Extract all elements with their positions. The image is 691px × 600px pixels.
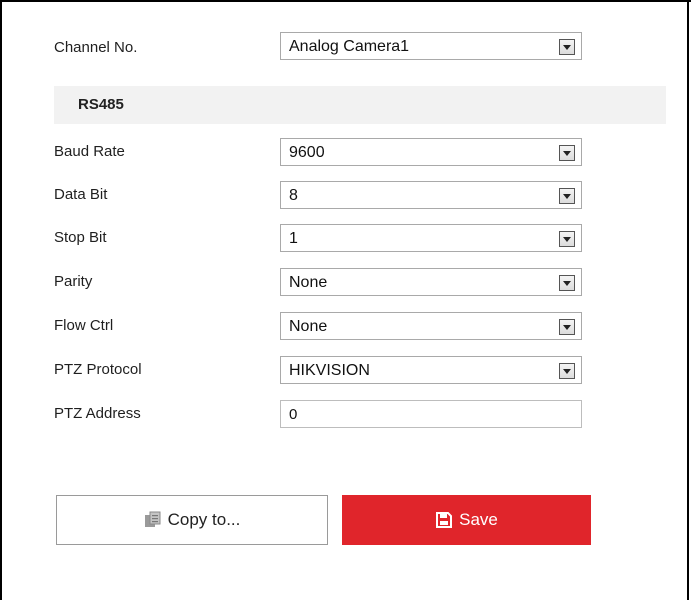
channel-value: Analog Camera1 — [289, 38, 410, 55]
stop-bit-select[interactable]: 1 — [280, 224, 582, 252]
data-bit-label: Data Bit — [54, 186, 108, 203]
stop-bit-value: 1 — [289, 230, 298, 247]
channel-label: Channel No. — [54, 39, 138, 56]
copy-to-button[interactable]: Copy to... — [56, 495, 328, 545]
ptz-protocol-value: HIKVISION — [289, 362, 370, 379]
parity-value: None — [289, 274, 328, 291]
parity-select[interactable]: None — [280, 268, 582, 296]
chevron-down-icon[interactable] — [559, 145, 575, 161]
data-bit-value: 8 — [289, 187, 298, 204]
flow-ctrl-select[interactable]: None — [280, 312, 582, 340]
chevron-down-icon[interactable] — [559, 188, 575, 204]
chevron-down-icon[interactable] — [559, 231, 575, 247]
flow-ctrl-value: None — [289, 318, 328, 335]
stop-bit-label: Stop Bit — [54, 229, 107, 246]
baud-rate-value: 9600 — [289, 144, 325, 161]
data-bit-select[interactable]: 8 — [280, 181, 582, 209]
channel-select[interactable]: Analog Camera1 — [280, 32, 582, 60]
ptz-address-label: PTZ Address — [54, 405, 141, 422]
chevron-down-icon[interactable] — [559, 363, 575, 379]
save-button[interactable]: Save — [342, 495, 591, 545]
parity-label: Parity — [54, 273, 93, 290]
baud-rate-label: Baud Rate — [54, 143, 125, 160]
save-label: Save — [459, 510, 498, 529]
baud-rate-select[interactable]: 9600 — [280, 138, 582, 166]
ptz-protocol-label: PTZ Protocol — [54, 361, 142, 378]
copy-to-label: Copy to... — [167, 510, 241, 529]
flow-ctrl-label: Flow Ctrl — [54, 317, 114, 334]
chevron-down-icon[interactable] — [559, 275, 575, 291]
settings-panel: Channel No. Analog Camera1 RS485 Baud Ra… — [0, 0, 689, 600]
chevron-down-icon[interactable] — [559, 319, 575, 335]
ptz-protocol-select[interactable]: HIKVISION — [280, 356, 582, 384]
ptz-address-input[interactable] — [280, 400, 582, 428]
chevron-down-icon[interactable] — [559, 39, 575, 55]
floppy-disk-icon — [436, 512, 453, 528]
section-title: RS485 — [78, 96, 124, 113]
section-header: RS485 — [54, 86, 666, 124]
copy-icon — [144, 511, 161, 527]
